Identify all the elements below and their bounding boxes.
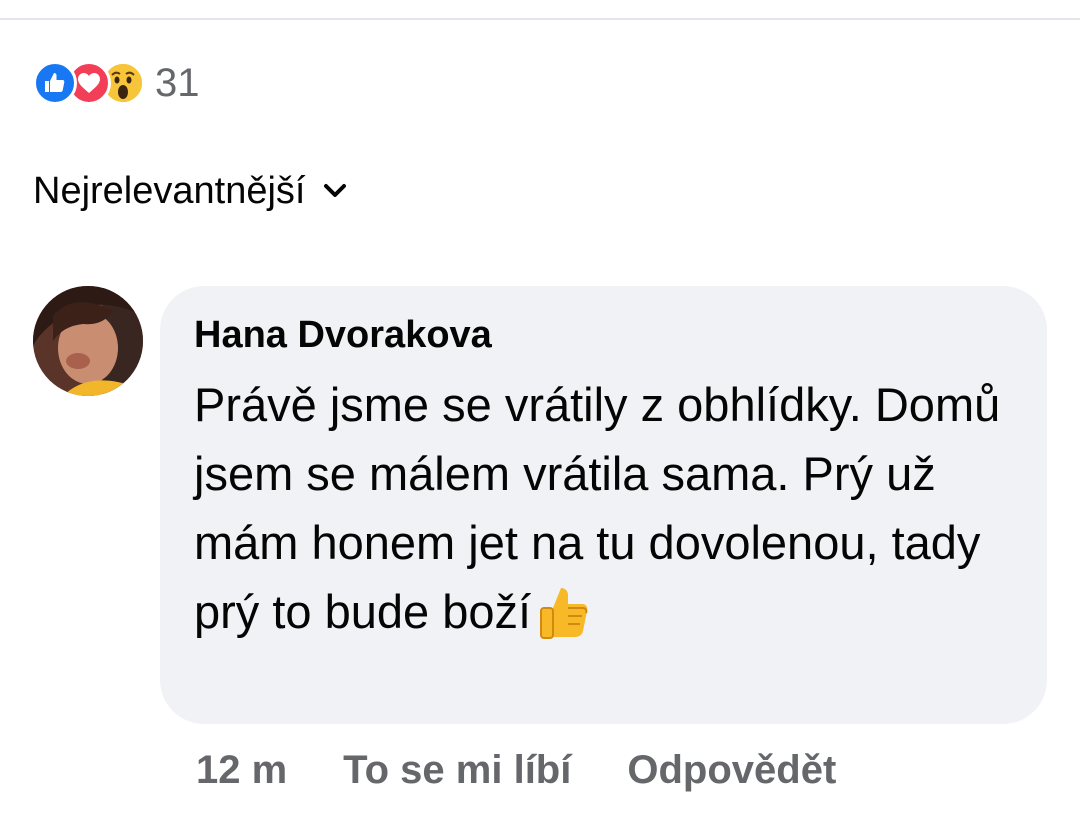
comment-sort-dropdown[interactable]: Nejrelevantnější (33, 170, 347, 213)
reply-button[interactable]: Odpovědět (627, 748, 836, 793)
thumbs-up-icon (33, 61, 77, 105)
comment-text: Právě jsme se vrátily z obhlídky. Domů j… (194, 378, 1001, 638)
thumbs-up-emoji-icon (537, 584, 591, 658)
avatar[interactable] (33, 286, 143, 396)
like-button[interactable]: To se mi líbí (343, 748, 571, 793)
comment-timestamp[interactable]: 12 m (196, 748, 287, 793)
chevron-down-icon (323, 183, 347, 204)
top-divider (0, 18, 1080, 20)
reaction-count: 31 (155, 61, 200, 105)
reaction-summary[interactable]: 31 (33, 58, 200, 108)
sort-label: Nejrelevantnější (33, 170, 306, 212)
comment-author[interactable]: Hana Dvorakova (194, 312, 1017, 358)
comment-actions: 12 m To se mi líbí Odpovědět (196, 748, 836, 793)
comment-bubble: Hana Dvorakova Právě jsme se vrátily z o… (160, 286, 1047, 724)
comment-text-block: Právě jsme se vrátily z obhlídky. Domů j… (194, 370, 1024, 658)
